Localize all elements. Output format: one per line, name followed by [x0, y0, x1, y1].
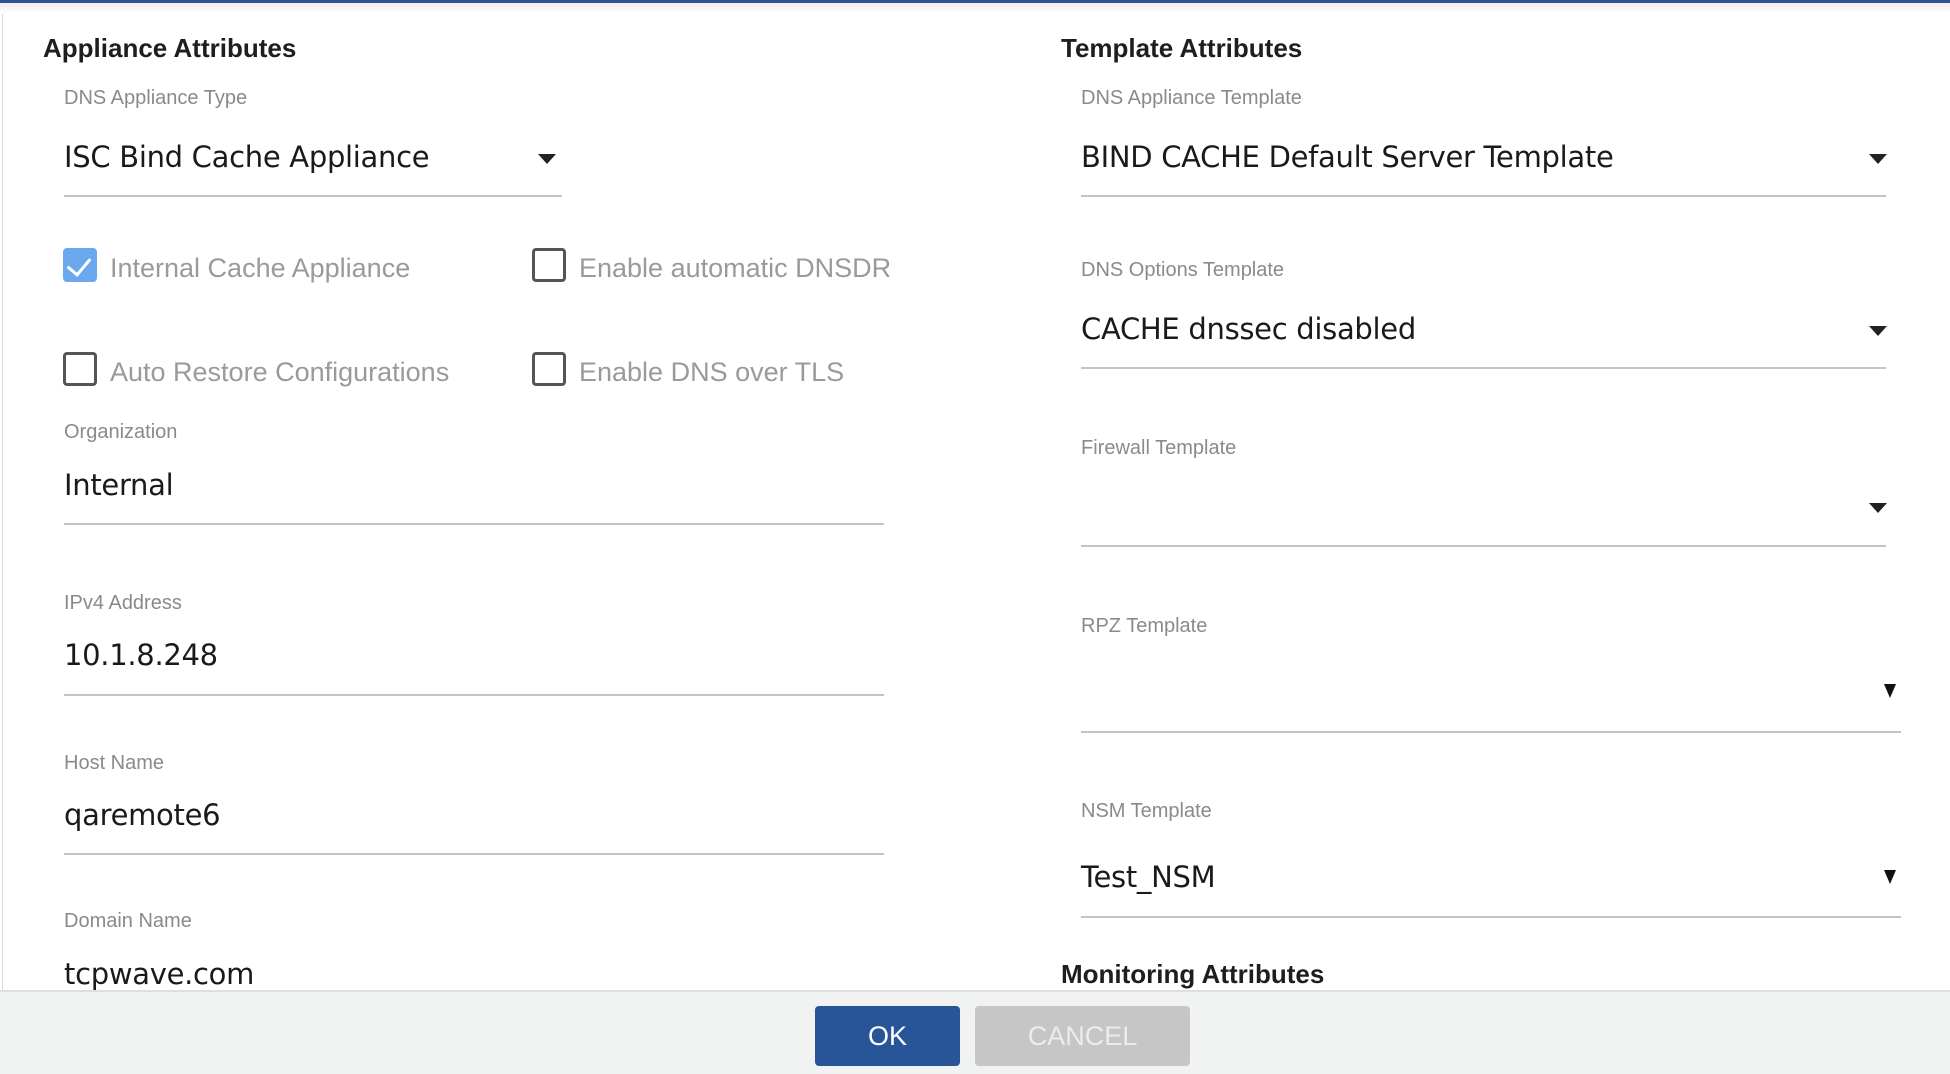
- rpz-template-underline: [1081, 731, 1901, 733]
- dns-appliance-type-underline: [64, 195, 562, 197]
- domain-name-label: Domain Name: [64, 910, 192, 932]
- checkbox-unchecked-icon[interactable]: [532, 352, 566, 386]
- left-border: [2, 14, 3, 990]
- template-attributes-heading: Template Attributes: [1061, 33, 1303, 63]
- chevron-down-icon[interactable]: [1884, 870, 1896, 884]
- dns-appliance-type-value: ISC Bind Cache Appliance: [64, 140, 430, 174]
- host-name-label: Host Name: [64, 752, 165, 774]
- nsm-template-value: Test_NSM: [1081, 860, 1216, 894]
- enable-dns-over-tls-label: Enable DNS over TLS: [579, 357, 845, 387]
- host-name-underline: [64, 853, 884, 855]
- chevron-down-icon[interactable]: [538, 154, 556, 164]
- dialog-footer: OK CANCEL: [0, 990, 1950, 1074]
- auto-restore-configurations-label: Auto Restore Configurations: [110, 357, 450, 387]
- nsm-template-label: NSM Template: [1081, 800, 1212, 822]
- firewall-template-label: Firewall Template: [1081, 437, 1237, 459]
- dns-options-template-label: DNS Options Template: [1081, 259, 1285, 281]
- dns-appliance-template-underline: [1081, 195, 1886, 197]
- dns-appliance-template-label: DNS Appliance Template: [1081, 87, 1302, 109]
- enable-automatic-dnsdr-label: Enable automatic DNSDR: [579, 253, 892, 283]
- ipv4-address-label: IPv4 Address: [64, 592, 182, 614]
- dns-options-template-underline: [1081, 367, 1886, 369]
- firewall-template-underline: [1081, 545, 1886, 547]
- dialog-content: Appliance Attributes DNS Appliance Type …: [0, 0, 1950, 990]
- chevron-down-icon[interactable]: [1884, 684, 1896, 698]
- organization-label: Organization: [64, 421, 178, 443]
- appliance-attributes-heading: Appliance Attributes: [43, 33, 297, 63]
- organization-value[interactable]: Internal: [64, 468, 174, 502]
- dns-options-template-value: CACHE dnssec disabled: [1081, 312, 1416, 346]
- chevron-down-icon[interactable]: [1869, 326, 1887, 336]
- host-name-value[interactable]: qaremote6: [64, 798, 221, 832]
- dns-appliance-type-label: DNS Appliance Type: [64, 87, 248, 109]
- checkbox-unchecked-icon[interactable]: [532, 248, 566, 282]
- ipv4-address-underline: [64, 694, 884, 696]
- internal-cache-appliance-label: Internal Cache Appliance: [110, 253, 411, 283]
- ok-button[interactable]: OK: [815, 1006, 960, 1066]
- chevron-down-icon[interactable]: [1869, 503, 1887, 513]
- domain-name-value[interactable]: tcpwave.com: [64, 957, 254, 990]
- checkbox-checked-icon[interactable]: [63, 248, 97, 282]
- rpz-template-label: RPZ Template: [1081, 615, 1208, 637]
- chevron-down-icon[interactable]: [1869, 154, 1887, 164]
- dns-appliance-template-value: BIND CACHE Default Server Template: [1081, 140, 1614, 174]
- cancel-button[interactable]: CANCEL: [975, 1006, 1190, 1066]
- checkbox-unchecked-icon[interactable]: [63, 352, 97, 386]
- monitoring-attributes-heading: Monitoring Attributes: [1061, 959, 1325, 989]
- organization-underline: [64, 523, 884, 525]
- ipv4-address-value[interactable]: 10.1.8.248: [64, 638, 218, 672]
- nsm-template-underline: [1081, 916, 1901, 918]
